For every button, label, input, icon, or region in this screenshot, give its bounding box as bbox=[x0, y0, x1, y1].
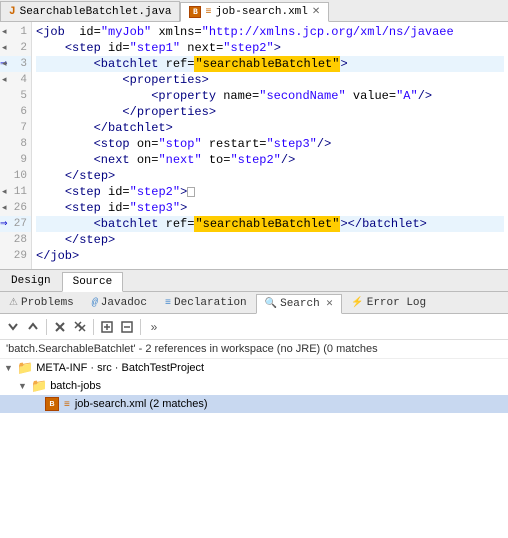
gutter-3: ⇒◂3 bbox=[0, 56, 31, 72]
job-search-xml-label: job-search.xml (2 matches) bbox=[75, 398, 208, 410]
folder-icon: 📁 bbox=[17, 360, 33, 376]
search-status-text: 'batch.SearchableBatchlet' - 2 reference… bbox=[6, 343, 378, 355]
line-numbers: ◂1 ◂2 ⇒◂3 ◂4 5 6 7 8 9 10 ◂11 ◂26 ⇒27 28… bbox=[0, 22, 32, 269]
java-file-tab[interactable]: J SearchableBatchlet.java bbox=[0, 1, 180, 21]
xml-tab-label: job-search.xml bbox=[215, 6, 307, 18]
xml-tab-close[interactable]: ✕ bbox=[312, 6, 320, 18]
xml-file-icon: ≡ bbox=[205, 7, 211, 18]
gutter-26: ◂26 bbox=[0, 200, 31, 216]
tree-item-job-search-xml[interactable]: B ≡ job-search.xml (2 matches) bbox=[0, 395, 508, 413]
code-line-10: </step> bbox=[36, 168, 504, 184]
batch-jobs-label: batch-jobs bbox=[50, 380, 101, 392]
gutter-2: ◂2 bbox=[0, 40, 31, 56]
gutter-28: 28 bbox=[0, 232, 31, 248]
code-line-28: </step> bbox=[36, 232, 504, 248]
code-line-29: </job> bbox=[36, 248, 504, 264]
code-line-6: </properties> bbox=[36, 104, 504, 120]
code-line-11: <step id="step2"> bbox=[36, 184, 504, 200]
design-tab[interactable]: Design bbox=[0, 271, 62, 291]
search-results-tree[interactable]: ▼ 📁 META-INF · src · BatchTestProject ▼ … bbox=[0, 359, 508, 538]
chevron-down-icon: ▼ bbox=[4, 363, 14, 373]
code-line-9: <next on="next" to="step2"/> bbox=[36, 152, 504, 168]
errorlog-label: Error Log bbox=[367, 297, 426, 309]
code-line-8: <stop on="stop" restart="step3"/> bbox=[36, 136, 504, 152]
editor-tab-bar: J SearchableBatchlet.java B ≡ job-search… bbox=[0, 0, 508, 22]
tree-item-meta-inf[interactable]: ▼ 📁 META-INF · src · BatchTestProject bbox=[0, 359, 508, 377]
meta-inf-label: META-INF · src · BatchTestProject bbox=[36, 362, 204, 374]
javadoc-label: Javadoc bbox=[101, 297, 147, 309]
gutter-10: 10 bbox=[0, 168, 31, 184]
search-tab-icon: 🔍 bbox=[265, 298, 277, 310]
batch-jobs-folder-icon: 📁 bbox=[31, 378, 47, 394]
design-tab-label: Design bbox=[11, 275, 51, 287]
gutter-4: ◂4 bbox=[0, 72, 31, 88]
code-line-3: <batchlet ref=​"searchableBatchlet"> bbox=[36, 56, 504, 72]
next-match-button[interactable] bbox=[4, 318, 22, 336]
xml-file-tab[interactable]: B ≡ job-search.xml ✕ bbox=[180, 2, 329, 22]
search-tab[interactable]: 🔍 Search ✕ bbox=[256, 294, 343, 314]
horizontal-scrollbar[interactable] bbox=[0, 269, 508, 270]
code-line-4: <properties> bbox=[36, 72, 504, 88]
source-tab-label: Source bbox=[73, 276, 113, 288]
gutter-27: ⇒27 bbox=[0, 216, 31, 232]
problems-label: Problems bbox=[21, 297, 74, 309]
search-tab-close[interactable]: ✕ bbox=[326, 299, 334, 309]
errorlog-icon: ⚡ bbox=[351, 297, 363, 309]
problems-tab[interactable]: ⚠ Problems bbox=[0, 293, 83, 313]
toolbar-separator-3 bbox=[140, 319, 141, 335]
errorlog-tab[interactable]: ⚡ Error Log bbox=[342, 293, 435, 313]
javadoc-icon: @ bbox=[92, 298, 98, 309]
code-content[interactable]: <job id="myJob" xmlns="http://xmlns.jcp.… bbox=[32, 22, 508, 269]
declaration-label: Declaration bbox=[174, 297, 247, 309]
remove-all-button[interactable] bbox=[71, 318, 89, 336]
gutter-7: 7 bbox=[0, 120, 31, 136]
search-tab-label: Search bbox=[280, 298, 320, 310]
gutter-6: 6 bbox=[0, 104, 31, 120]
expand-all-button[interactable] bbox=[98, 318, 116, 336]
code-line-2: <step id="step1" next="step2"> bbox=[36, 40, 504, 56]
search-panel: » 'batch.SearchableBatchlet' - 2 referen… bbox=[0, 314, 508, 538]
prev-match-button[interactable] bbox=[24, 318, 42, 336]
gutter-9: 9 bbox=[0, 152, 31, 168]
toolbar-separator-1 bbox=[46, 319, 47, 335]
xml-badge-icon: B bbox=[189, 6, 201, 18]
view-tab-bar: Design Source bbox=[0, 270, 508, 292]
code-line-1: <job id="myJob" xmlns="http://xmlns.jcp.… bbox=[36, 24, 504, 40]
more-options-button[interactable]: » bbox=[145, 318, 163, 336]
xml-file-type-icon: ≡ bbox=[64, 399, 70, 410]
javadoc-tab[interactable]: @ Javadoc bbox=[83, 293, 156, 313]
code-line-26: <step id="step3"> bbox=[36, 200, 504, 216]
xml-file-chevron bbox=[32, 399, 42, 409]
problems-icon: ⚠ bbox=[9, 297, 18, 309]
gutter-29: 29 bbox=[0, 248, 31, 264]
java-tab-label: SearchableBatchlet.java bbox=[20, 6, 172, 18]
toolbar-separator-2 bbox=[93, 319, 94, 335]
code-line-5: <property name="secondName" value="A"/> bbox=[36, 88, 504, 104]
bottom-tab-bar: ⚠ Problems @ Javadoc ≡ Declaration 🔍 Sea… bbox=[0, 292, 508, 314]
remove-match-button[interactable] bbox=[51, 318, 69, 336]
search-toolbar: » bbox=[0, 314, 508, 340]
tree-item-batch-jobs[interactable]: ▼ 📁 batch-jobs bbox=[0, 377, 508, 395]
code-editor: ◂1 ◂2 ⇒◂3 ◂4 5 6 7 8 9 10 ◂11 ◂26 ⇒27 28… bbox=[0, 22, 508, 270]
gutter-11: ◂11 bbox=[0, 184, 31, 200]
chevron-down-icon-2: ▼ bbox=[18, 381, 28, 391]
gutter-1: ◂1 bbox=[0, 24, 31, 40]
code-line-7: </batchlet> bbox=[36, 120, 504, 136]
source-tab[interactable]: Source bbox=[62, 272, 124, 292]
code-line-27: <batchlet ref=​"searchableBatchlet"></ba… bbox=[36, 216, 504, 232]
gutter-8: 8 bbox=[0, 136, 31, 152]
declaration-icon: ≡ bbox=[165, 298, 171, 309]
xml-file-badge-icon: B bbox=[45, 397, 59, 411]
java-icon: J bbox=[9, 6, 16, 18]
collapse-all-button[interactable] bbox=[118, 318, 136, 336]
gutter-5: 5 bbox=[0, 88, 31, 104]
search-status: 'batch.SearchableBatchlet' - 2 reference… bbox=[0, 340, 508, 359]
declaration-tab[interactable]: ≡ Declaration bbox=[156, 293, 256, 313]
